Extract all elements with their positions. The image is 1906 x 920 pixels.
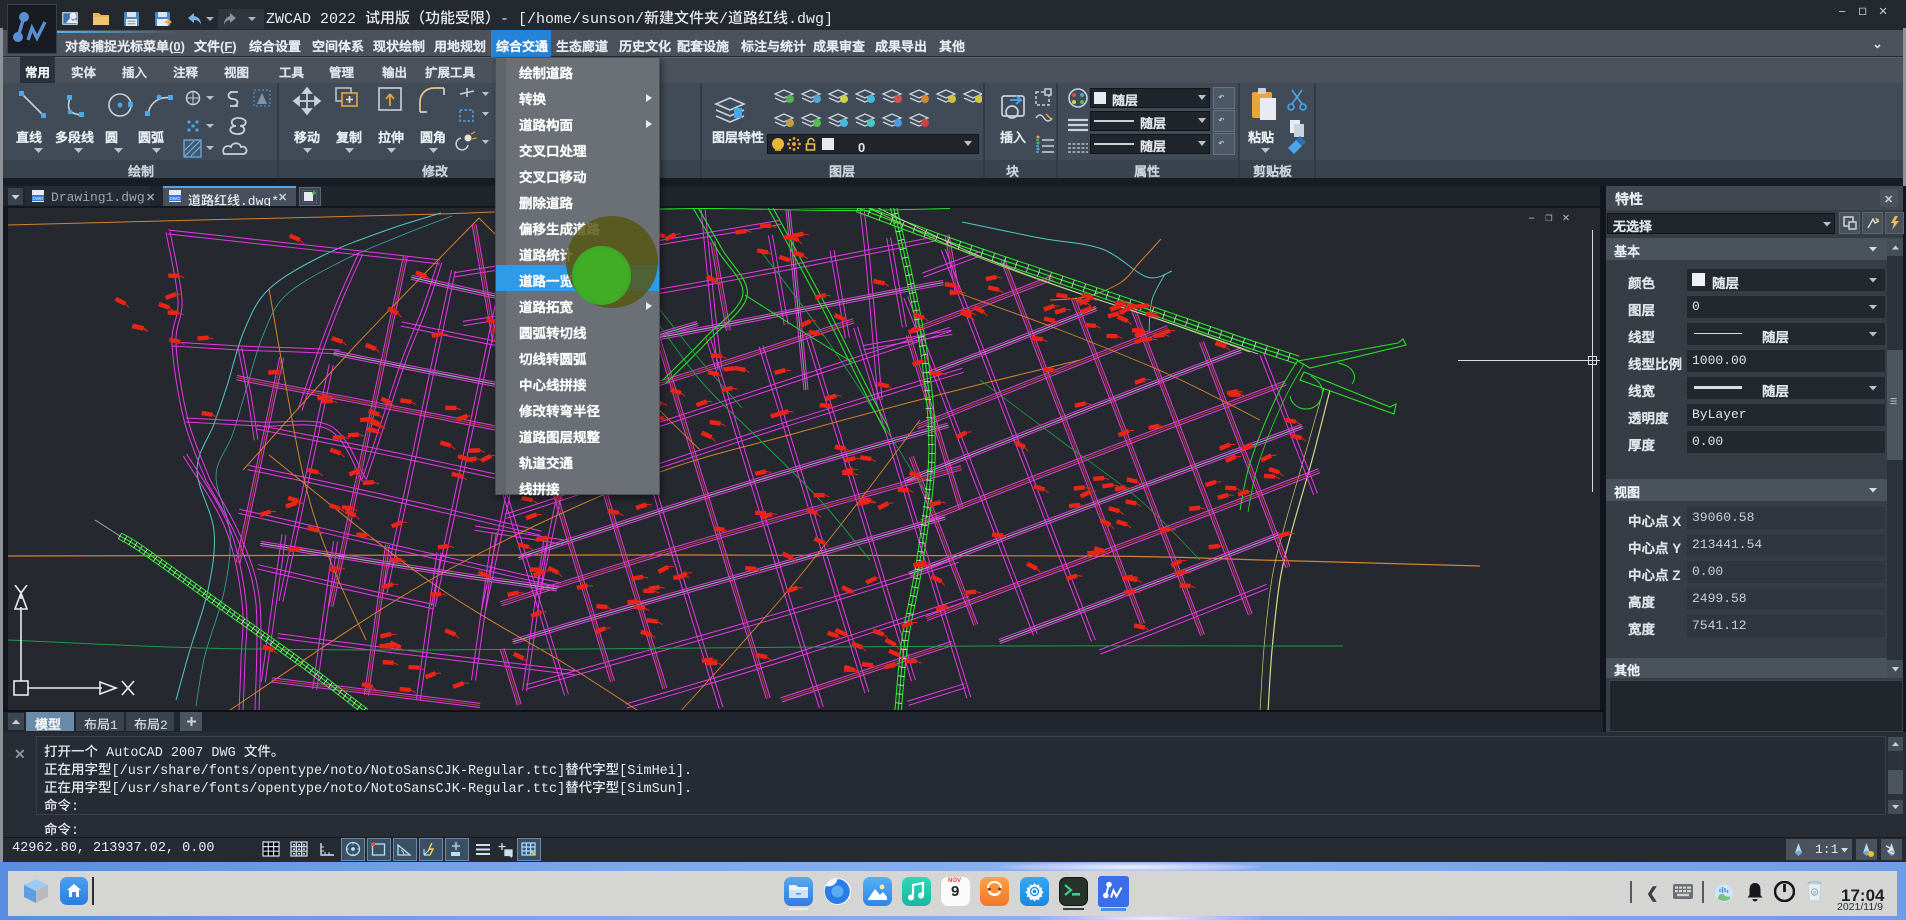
svg-text:DWG: DWG: [33, 196, 44, 201]
svg-text:o: o: [1813, 890, 1816, 896]
svg-text:DWG: DWG: [170, 196, 181, 201]
